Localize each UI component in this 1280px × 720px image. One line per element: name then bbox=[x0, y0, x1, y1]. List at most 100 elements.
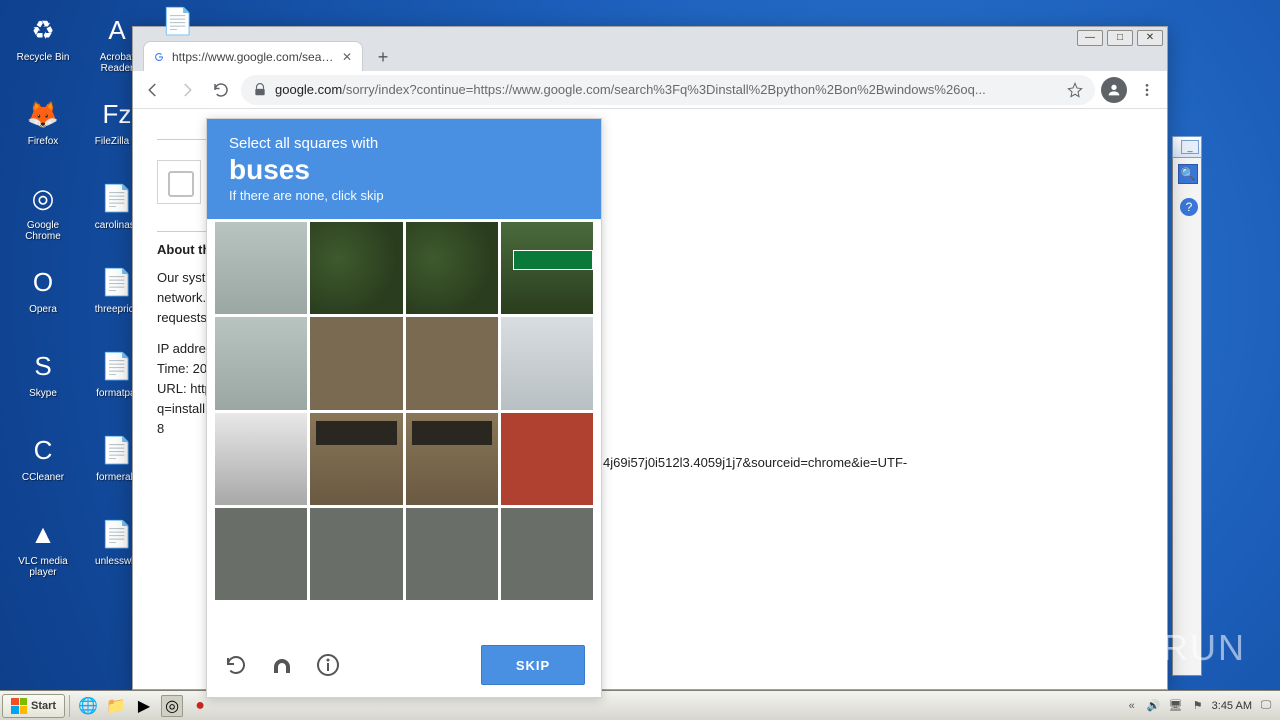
captcha-tile[interactable] bbox=[501, 508, 593, 600]
body-line-3: requests bbox=[157, 310, 207, 325]
desktop-icon-label: Skype bbox=[9, 388, 77, 399]
app-icon: ▲ bbox=[23, 514, 63, 554]
desktop-icon-label: VLC media player bbox=[9, 556, 77, 578]
background-window bbox=[1172, 136, 1202, 676]
bgwin-minimize[interactable]: _ bbox=[1181, 140, 1199, 154]
recaptcha-header: Select all squares with buses If there a… bbox=[207, 119, 601, 219]
recaptcha-challenge: Select all squares with buses If there a… bbox=[206, 118, 602, 698]
recaptcha-skip-button[interactable]: SKIP bbox=[481, 645, 585, 685]
time-line: Time: 20: bbox=[157, 361, 211, 376]
chrome-menu-button[interactable] bbox=[1133, 76, 1161, 104]
captcha-tile[interactable] bbox=[501, 413, 593, 505]
app-icon: ♻ bbox=[23, 10, 63, 50]
captcha-tile[interactable] bbox=[501, 317, 593, 409]
tray-expand-icon[interactable]: « bbox=[1124, 698, 1140, 714]
q-line: q=install: bbox=[157, 401, 209, 416]
tray-monitor-icon[interactable]: 🖵 bbox=[1258, 698, 1274, 714]
captcha-tile[interactable] bbox=[310, 508, 402, 600]
ip-line: IP addres bbox=[157, 341, 212, 356]
system-tray: « 🔊 🖥 ⚑ 3:45 AM 🖵 bbox=[1124, 698, 1278, 714]
app-icon: 📄 bbox=[97, 346, 137, 386]
desktop-icon-label: Firefox bbox=[9, 136, 77, 147]
captcha-tile[interactable] bbox=[310, 222, 402, 314]
captcha-tile[interactable] bbox=[406, 508, 498, 600]
quicklaunch-media-icon[interactable]: ▶ bbox=[133, 695, 155, 717]
desktop-icon-label: Recycle Bin bbox=[9, 52, 77, 63]
tab-title: https://www.google.com/search?q= bbox=[172, 50, 334, 64]
app-icon: C bbox=[23, 430, 63, 470]
lock-icon bbox=[253, 83, 267, 97]
captcha-tile[interactable] bbox=[406, 413, 498, 505]
recaptcha-subject: buses bbox=[229, 154, 579, 186]
bookmark-star-icon[interactable] bbox=[1067, 82, 1083, 98]
windows-flag-icon bbox=[11, 698, 27, 714]
help-icon[interactable]: ? bbox=[1180, 198, 1198, 216]
taskbar-chrome-button[interactable]: ◎ bbox=[161, 695, 183, 717]
desktop-icon-label: CCleaner bbox=[9, 472, 77, 483]
app-icon: 📄 bbox=[97, 514, 137, 554]
desktop-icon[interactable]: 🦊 Firefox bbox=[9, 92, 77, 172]
eight-line: 8 bbox=[157, 421, 164, 436]
app-icon: A bbox=[97, 10, 137, 50]
app-icon: 🦊 bbox=[23, 94, 63, 134]
profile-avatar[interactable] bbox=[1101, 77, 1127, 103]
captcha-tile[interactable] bbox=[215, 508, 307, 600]
desktop-icon[interactable]: ◎Google Chrome bbox=[9, 176, 77, 256]
url-text: google.com/sorry/index?continue=https://… bbox=[275, 82, 1059, 97]
quicklaunch-ie-icon[interactable]: 🌐 bbox=[77, 695, 99, 717]
captcha-tile[interactable] bbox=[310, 413, 402, 505]
body-line-1: Our syst bbox=[157, 270, 205, 285]
app-icon: 📄 bbox=[97, 178, 137, 218]
captcha-tile[interactable] bbox=[406, 317, 498, 409]
desktop-icon[interactable]: S Skype bbox=[9, 344, 77, 424]
desktop-icon-label: Opera bbox=[9, 304, 77, 315]
background-window-titlebar: _ bbox=[1172, 136, 1202, 158]
desktop-icon-label: Google Chrome bbox=[9, 220, 77, 242]
captcha-tile[interactable] bbox=[215, 317, 307, 409]
desktop-icon[interactable]: ♻ Recycle Bin bbox=[9, 8, 77, 88]
recaptcha-audio-icon[interactable] bbox=[269, 652, 295, 678]
quicklaunch-explorer-icon[interactable]: 📁 bbox=[105, 695, 127, 717]
google-favicon-icon bbox=[152, 50, 166, 64]
captcha-tile[interactable] bbox=[406, 222, 498, 314]
captcha-tile[interactable] bbox=[215, 413, 307, 505]
url-line: URL: http bbox=[157, 381, 212, 396]
captcha-tile[interactable] bbox=[501, 222, 593, 314]
recaptcha-instruction-1: Select all squares with bbox=[229, 135, 579, 152]
window-close-button[interactable]: ✕ bbox=[1137, 30, 1163, 46]
window-minimize-button[interactable]: — bbox=[1077, 30, 1103, 46]
app-icon: 📄 bbox=[97, 262, 137, 302]
app-icon: Fz bbox=[97, 94, 137, 134]
recaptcha-checkbox[interactable] bbox=[157, 160, 201, 204]
tray-clock[interactable]: 3:45 AM bbox=[1212, 700, 1252, 712]
captcha-tile[interactable] bbox=[310, 317, 402, 409]
tray-volume-icon[interactable]: 🔊 bbox=[1146, 698, 1162, 714]
reload-button[interactable] bbox=[207, 76, 235, 104]
recaptcha-grid bbox=[215, 222, 593, 600]
recaptcha-reload-icon[interactable] bbox=[223, 652, 249, 678]
desktop-icon[interactable]: OOpera bbox=[9, 260, 77, 340]
new-tab-button[interactable]: + bbox=[369, 43, 397, 71]
browser-toolbar: google.com/sorry/index?continue=https://… bbox=[133, 71, 1167, 109]
back-button[interactable] bbox=[139, 76, 167, 104]
taskbar-separator bbox=[69, 695, 70, 717]
start-label: Start bbox=[31, 700, 56, 712]
recaptcha-info-icon[interactable] bbox=[315, 652, 341, 678]
address-bar[interactable]: google.com/sorry/index?continue=https://… bbox=[241, 75, 1095, 105]
body-line-2: network. bbox=[157, 290, 206, 305]
app-icon: S bbox=[23, 346, 63, 386]
chrome-titlebar: — □ ✕ bbox=[133, 27, 1167, 37]
tab-close-icon[interactable]: ✕ bbox=[340, 50, 354, 64]
forward-button bbox=[173, 76, 201, 104]
tray-network-icon[interactable]: 🖥 bbox=[1168, 698, 1184, 714]
tab-strip: https://www.google.com/search?q= ✕ + bbox=[133, 37, 1167, 71]
search-icon[interactable]: 🔍 bbox=[1178, 164, 1198, 184]
window-maximize-button[interactable]: □ bbox=[1107, 30, 1133, 46]
app-icon: 📄 bbox=[97, 430, 137, 470]
desktop-icon[interactable]: ▲VLC media player bbox=[9, 512, 77, 592]
captcha-tile[interactable] bbox=[215, 222, 307, 314]
desktop-icon[interactable]: 📄 bbox=[158, 6, 198, 46]
start-button[interactable]: Start bbox=[2, 694, 65, 718]
tray-flag-icon[interactable]: ⚑ bbox=[1190, 698, 1206, 714]
desktop-icon[interactable]: C CCleaner bbox=[9, 428, 77, 508]
